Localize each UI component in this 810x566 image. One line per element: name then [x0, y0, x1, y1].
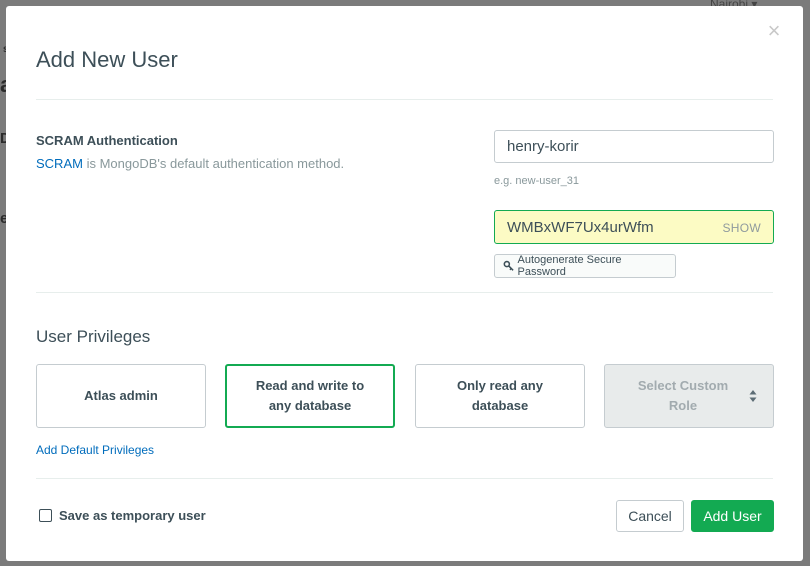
privilege-option-read-write[interactable]: Read and write to any database	[225, 364, 395, 428]
temporary-user-label[interactable]: Save as temporary user	[59, 508, 206, 523]
divider	[36, 99, 773, 100]
divider	[36, 292, 773, 293]
temporary-user-checkbox[interactable]	[39, 509, 52, 522]
privileges-title: User Privileges	[36, 327, 151, 346]
add-user-button[interactable]: Add User	[691, 500, 774, 532]
cancel-button[interactable]: Cancel	[616, 500, 684, 532]
divider	[36, 478, 773, 479]
autogenerate-password-button[interactable]: Autogenerate Secure Password	[494, 254, 676, 278]
add-default-privileges-link[interactable]: Add Default Privileges	[36, 443, 154, 457]
auth-method-title: SCRAM Authentication	[36, 133, 178, 148]
auth-method-description: SCRAM is MongoDB's default authenticatio…	[36, 156, 344, 171]
privilege-option-atlas-admin[interactable]: Atlas admin	[36, 364, 206, 428]
modal-title: Add New User	[36, 47, 178, 72]
add-user-modal: × Add New User SCRAM Authentication SCRA…	[6, 6, 803, 561]
privilege-option-label: Read and write to any database	[255, 378, 365, 413]
username-hint: e.g. new-user_31	[494, 175, 579, 187]
username-input[interactable]	[494, 130, 774, 163]
custom-role-select[interactable]: Select Custom Role	[604, 364, 774, 428]
close-icon[interactable]: ×	[764, 20, 784, 42]
password-field: SHOW	[494, 210, 774, 244]
show-password-button[interactable]: SHOW	[722, 221, 761, 235]
privilege-option-label: Only read any database	[457, 378, 543, 413]
auth-description-text: is MongoDB's default authentication meth…	[82, 156, 345, 171]
scram-link[interactable]: SCRAM	[36, 156, 83, 171]
password-input[interactable]	[495, 211, 705, 243]
up-down-arrows-icon	[749, 390, 757, 402]
privilege-option-read-only[interactable]: Only read any database	[415, 364, 585, 428]
key-icon	[503, 260, 514, 271]
privilege-option-label: Atlas admin	[84, 388, 158, 403]
custom-role-label: Select Custom Role	[637, 378, 729, 413]
autogenerate-label: Autogenerate Secure Password	[517, 254, 622, 278]
